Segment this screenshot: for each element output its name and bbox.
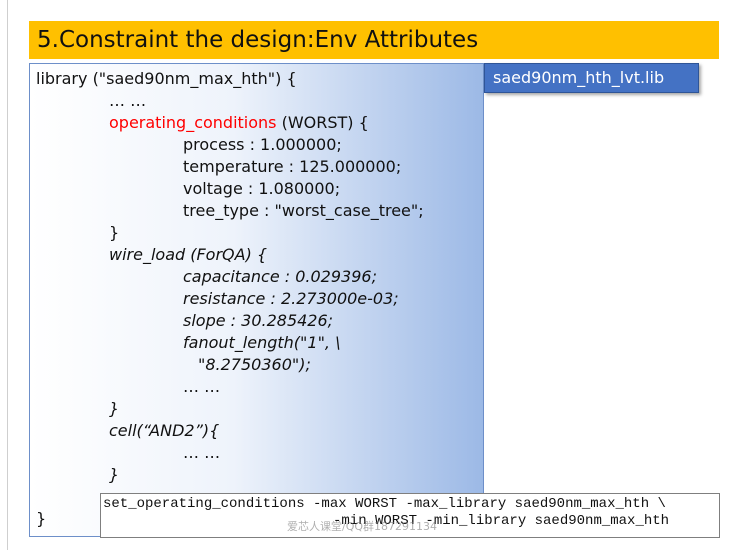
code-line-capacitance: capacitance : 0.029396;	[183, 267, 377, 286]
command-line-max: set_operating_conditions -max WORST -max…	[103, 496, 666, 512]
slide-title: 5.Constraint the design:Env Attributes	[29, 21, 719, 59]
code-line-resistance: resistance : 2.273000e-03;	[183, 289, 399, 308]
code-line-temperature: temperature : 125.000000;	[183, 157, 402, 176]
lib-code-box: library ("saed90nm_max_hth") { … … opera…	[29, 63, 484, 537]
command-line-min: -min WORST -min_library saed90nm_max_hth	[333, 513, 670, 529]
operating-conditions-keyword: operating_conditions	[109, 113, 277, 132]
slide-left-border	[7, 0, 8, 550]
code-line-library: library ("saed90nm_max_hth") {	[36, 69, 297, 88]
code-line-wire-load: wire_load (ForQA) {	[109, 245, 268, 264]
code-line-fanout-length: fanout_length("1", \	[183, 333, 341, 352]
operating-conditions-arg: (WORST) {	[276, 113, 369, 132]
lib-file-badge: saed90nm_hth_lvt.lib	[484, 63, 699, 93]
code-line-ellipsis: … …	[183, 443, 221, 462]
code-line-operating-conditions: operating_conditions (WORST) {	[109, 113, 369, 133]
code-line-cell: cell(“AND2”){	[109, 421, 220, 440]
code-line-close-brace: }	[109, 223, 120, 242]
code-line-process: process : 1.000000;	[183, 135, 342, 154]
code-line-ellipsis: … …	[109, 91, 147, 110]
code-line-close-brace: }	[109, 399, 120, 418]
code-line-ellipsis: … …	[183, 377, 221, 396]
code-line-close-brace: }	[109, 465, 120, 484]
code-line-fanout-value: "8.2750360");	[198, 355, 311, 374]
code-line-slope: slope : 30.285426;	[183, 311, 334, 330]
command-box: set_operating_conditions -max WORST -max…	[100, 493, 720, 538]
code-line-voltage: voltage : 1.080000;	[183, 179, 341, 198]
code-line-library-close: }	[36, 509, 47, 528]
code-line-tree-type: tree_type : "worst_case_tree";	[183, 201, 424, 220]
